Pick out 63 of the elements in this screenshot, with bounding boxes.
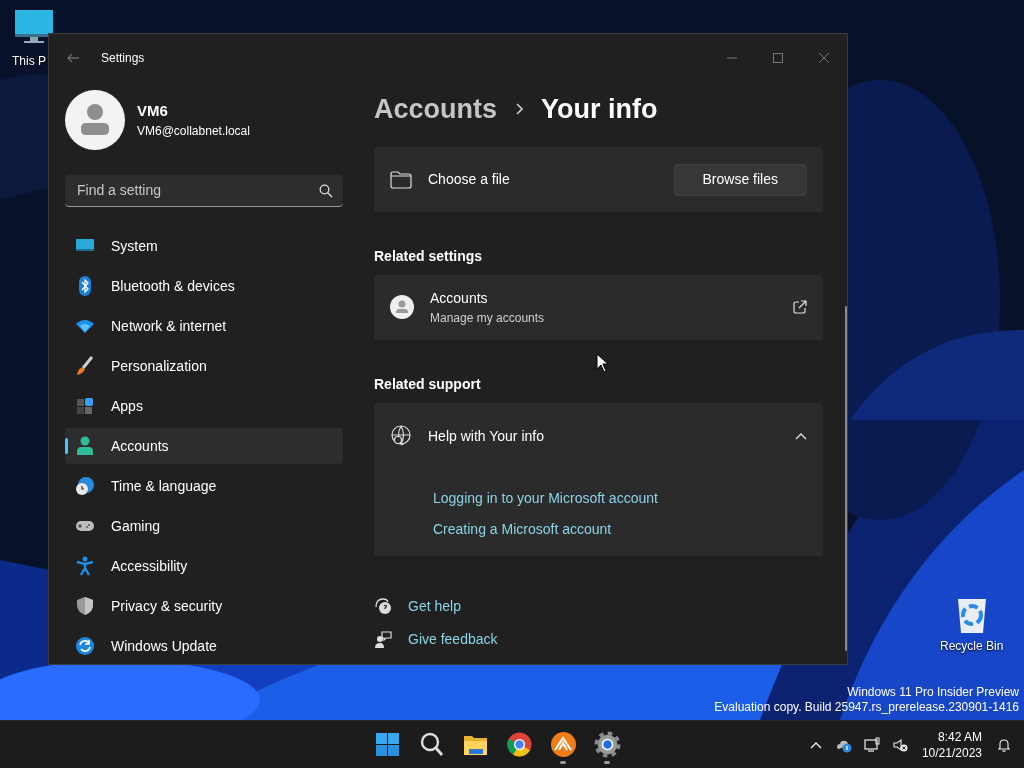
card-label: Choose a file	[428, 170, 510, 189]
section-heading: Related support	[374, 375, 482, 393]
network-icon[interactable]	[863, 737, 880, 753]
expander-header[interactable]: Help with Your info	[374, 402, 823, 470]
user-email: VM6@collabnet.local	[137, 123, 250, 141]
globe-search-icon	[390, 425, 412, 448]
gear-icon	[592, 730, 622, 759]
selection-indicator	[65, 438, 68, 454]
setting-subtitle: Manage my accounts	[430, 309, 545, 327]
cursor-icon	[596, 353, 608, 373]
nav-item[interactable]: Bluetooth & devices	[65, 268, 343, 304]
page-title: Your info	[541, 92, 658, 126]
nav-item[interactable]: Network & internet	[65, 308, 343, 344]
bell-icon[interactable]	[996, 737, 1012, 753]
search-field[interactable]: Find a setting	[75, 179, 319, 202]
watermark-text: Windows 11 Pro Insider Preview	[846, 685, 1019, 700]
section-heading: Related settings	[374, 248, 484, 265]
nav-item[interactable]: Apps	[65, 388, 343, 424]
avatar-icon	[390, 295, 414, 320]
footer-link[interactable]: Give feedback	[408, 628, 498, 650]
globe-clock-icon	[75, 476, 95, 496]
nav-item[interactable]: Personalization	[65, 348, 343, 384]
help-link[interactable]: Creating a Microsoft account	[433, 518, 823, 540]
shield-icon	[75, 596, 95, 616]
apps-icon	[75, 396, 95, 416]
folder-icon	[390, 170, 412, 189]
icon-label[interactable]: This P	[12, 52, 46, 70]
scrollbar[interactable]	[845, 306, 847, 651]
nav-item[interactable]: Privacy & security	[65, 588, 343, 624]
search-icon[interactable]	[319, 183, 333, 198]
nav-item[interactable]: System	[65, 228, 343, 264]
browser-icon	[504, 730, 534, 759]
chevron-right-icon	[515, 103, 524, 115]
nav-item[interactable]: Time & language	[65, 468, 343, 504]
footer-link[interactable]: Get help	[408, 595, 461, 617]
clock[interactable]: 8:42 AM 10/21/2023	[915, 729, 988, 761]
accessibility-icon	[75, 556, 95, 576]
feedback-icon	[374, 630, 392, 649]
setting-title: Accounts	[430, 288, 489, 308]
close-icon	[818, 53, 830, 63]
sync-icon	[75, 636, 95, 656]
nav-item[interactable]: Gaming	[65, 508, 343, 544]
chevron-up-icon	[795, 432, 807, 441]
breadcrumb-link[interactable]: Accounts	[374, 88, 498, 130]
watermark-text: Evaluation copy. Build 25947.rs_prerelease.230901-1416	[714, 700, 1019, 715]
user-name: VM6	[137, 100, 169, 121]
external-link-icon	[793, 300, 807, 315]
help-icon	[374, 597, 392, 616]
nav-item[interactable]: Accounts	[65, 428, 343, 464]
window-title: Settings	[101, 50, 145, 67]
search-box[interactable]: Find a setting	[65, 175, 343, 207]
speaker-muted-icon[interactable]	[891, 737, 908, 753]
browse-files-button[interactable]: Browse files	[673, 163, 807, 196]
avatar	[65, 90, 125, 150]
nav-item[interactable]: Accessibility	[65, 548, 343, 584]
brush-icon	[75, 356, 95, 376]
icon-label[interactable]: Recycle Bin	[940, 637, 1004, 655]
help-link[interactable]: Logging in to your Microsoft account	[433, 487, 823, 509]
maximize-icon	[772, 53, 784, 63]
app-icon	[548, 730, 578, 759]
related-setting-card[interactable]: Accounts Manage my accounts	[374, 274, 823, 340]
nav-item[interactable]: Windows Update	[65, 628, 343, 664]
person-icon	[75, 436, 95, 456]
